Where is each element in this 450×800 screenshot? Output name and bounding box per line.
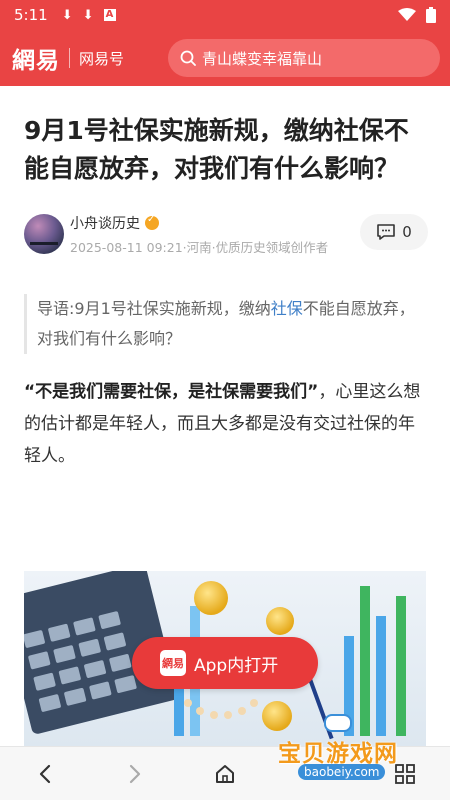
article-title: 9月1号社保实施新规，缴纳社保不能自愿放弃，对我们有什么影响？ <box>24 116 409 183</box>
article: 9月1号社保实施新规，缴纳社保不能自愿放弃，对我们有什么影响？ 小舟谈历史 20… <box>24 112 428 472</box>
text-a-icon: A <box>103 9 116 21</box>
verified-icon <box>145 214 159 230</box>
channel-label[interactable]: 网易号 <box>79 48 124 69</box>
avatar[interactable] <box>24 214 64 254</box>
lead-link[interactable]: 社保 <box>271 299 303 318</box>
app-logo-icon: 網易 <box>160 650 186 676</box>
author-name[interactable]: 小舟谈历史 <box>70 213 140 233</box>
author-info: 小舟谈历史 2025-08-11 09:21·河南·优质历史领域创作者 <box>70 213 328 256</box>
download-icon: ⬇ <box>82 7 94 23</box>
battery-icon <box>426 7 436 23</box>
article-lead: 导语:9月1号社保实施新规，缴纳社保不能自愿放弃，对我们有什么影响？ <box>24 294 428 354</box>
comment-count: 0 <box>402 223 412 241</box>
author-row: 小舟谈历史 2025-08-11 09:21·河南·优质历史领域创作者 0 <box>24 212 428 256</box>
netease-logo[interactable]: 網易 <box>12 41 60 75</box>
author-name-row[interactable]: 小舟谈历史 <box>70 213 328 233</box>
wifi-icon <box>398 8 416 21</box>
chevron-right-icon <box>129 764 141 784</box>
watermark-url: baobeiy.com <box>298 764 386 780</box>
comment-button[interactable]: 0 <box>360 214 428 250</box>
chevron-left-icon <box>39 764 51 784</box>
search-value: 青山蝶变幸福靠山 <box>202 49 323 68</box>
watermark: 宝贝游戏网 baobeiy.com <box>272 714 422 788</box>
status-bar: 5:11 ⬇ ⬇ A <box>0 0 450 30</box>
gamepad-icon <box>324 714 352 732</box>
paragraph-bold: “不是我们需要社保，是社保需要我们” <box>24 382 319 402</box>
app-header: 網易 网易号 青山蝶变幸福靠山 <box>0 30 450 86</box>
home-button[interactable] <box>210 759 240 789</box>
forward-button[interactable] <box>120 759 150 789</box>
home-icon <box>216 765 234 783</box>
open-in-app-button[interactable]: 網易 App内打开 <box>132 637 318 689</box>
comment-icon <box>377 224 396 240</box>
article-paragraph: “不是我们需要社保，是社保需要我们”，心里这么想的估计都是年轻人，而且大多都是没… <box>24 376 428 472</box>
open-in-app-label: App内打开 <box>194 655 279 676</box>
back-button[interactable] <box>30 759 60 789</box>
lead-prefix: 导语:9月1号社保实施新规，缴纳 <box>37 299 271 318</box>
search-input[interactable]: 青山蝶变幸福靠山 <box>168 39 440 77</box>
divider <box>69 48 70 68</box>
author-meta: 2025-08-11 09:21·河南·优质历史领域创作者 <box>70 239 329 255</box>
search-icon <box>180 50 196 66</box>
download-icon: ⬇ <box>61 7 73 23</box>
watermark-text: 宝贝游戏网 <box>278 741 398 767</box>
status-time: 5:11 <box>14 6 48 24</box>
